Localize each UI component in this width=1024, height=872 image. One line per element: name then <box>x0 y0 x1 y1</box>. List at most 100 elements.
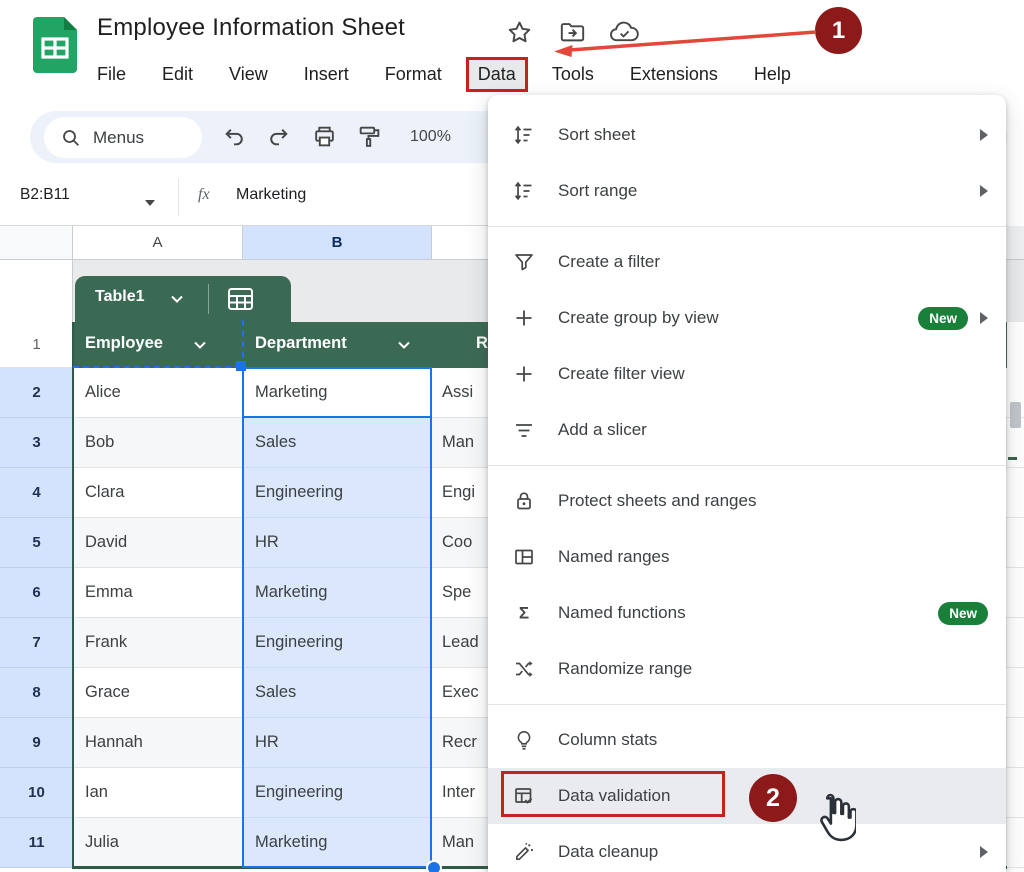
menus-search[interactable]: Menus <box>44 117 202 158</box>
formula-value[interactable]: Marketing <box>236 186 306 204</box>
column-header-b[interactable]: B <box>243 226 432 260</box>
menu-item-data-validation[interactable]: Data validation <box>488 768 1006 824</box>
menu-item-label: Sort range <box>558 181 637 201</box>
row-number-6[interactable]: 6 <box>0 568 73 618</box>
lock-icon <box>513 490 535 512</box>
cell-a6[interactable]: Emma <box>73 568 243 618</box>
cell-a7[interactable]: Frank <box>73 618 243 668</box>
menubar-item-insert[interactable]: Insert <box>304 64 349 85</box>
chevron-down-icon[interactable] <box>193 340 207 350</box>
menu-item-named-ranges[interactable]: Named ranges <box>488 529 1006 585</box>
menu-divider <box>488 704 1006 705</box>
chevron-down-icon[interactable] <box>170 294 184 304</box>
cell-a4[interactable]: Clara <box>73 468 243 518</box>
menubar-item-view[interactable]: View <box>229 64 268 85</box>
active-cell-bottom-edge <box>243 416 432 419</box>
menu-item-randomize-range[interactable]: Randomize range <box>488 641 1006 697</box>
menu-item-sort-sheet[interactable]: Sort sheet <box>488 107 1006 163</box>
row-number-3[interactable]: 3 <box>0 418 73 468</box>
cell-a8[interactable]: Grace <box>73 668 243 718</box>
scrollbar-thumb[interactable] <box>1010 402 1021 428</box>
row-number-7[interactable]: 7 <box>0 618 73 668</box>
row-number-8[interactable]: 8 <box>0 668 73 718</box>
header-role-partial[interactable]: R <box>476 334 488 353</box>
svg-text:Σ: Σ <box>519 604 529 623</box>
paint-format-icon[interactable] <box>357 124 382 149</box>
cell-a3[interactable]: Bob <box>73 418 243 468</box>
fx-icon: fx <box>198 186 210 204</box>
menubar-item-edit[interactable]: Edit <box>162 64 193 85</box>
menu-item-column-stats[interactable]: Column stats <box>488 712 1006 768</box>
zoom-level[interactable]: 100% <box>410 128 451 146</box>
table-grid-icon[interactable] <box>226 285 255 313</box>
select-all-corner[interactable] <box>0 226 73 260</box>
column-header-a[interactable]: A <box>73 226 243 260</box>
submenu-arrow-icon <box>980 185 988 197</box>
menubar: File Edit View Insert Format Data Tools Extensi… <box>97 57 791 91</box>
row-number-5[interactable]: 5 <box>0 518 73 568</box>
menubar-item-help[interactable]: Help <box>754 64 791 85</box>
redo-icon[interactable] <box>266 124 291 149</box>
menu-item-protect-sheets-and-ranges[interactable]: Protect sheets and ranges <box>488 473 1006 529</box>
menu-item-label: Protect sheets and ranges <box>558 491 756 511</box>
menu-item-label: Column stats <box>558 730 657 750</box>
row-number-1[interactable]: 1 <box>0 322 73 368</box>
cell-a9[interactable]: Hannah <box>73 718 243 768</box>
selection-border <box>242 367 432 868</box>
chevron-down-icon[interactable] <box>397 340 411 350</box>
star-icon[interactable] <box>506 19 533 46</box>
sort-range-icon <box>513 180 535 202</box>
table-chip-label[interactable]: Table1 <box>95 288 145 306</box>
row-number-10[interactable]: 10 <box>0 768 73 818</box>
row-gutter-blank <box>0 260 73 322</box>
menu-item-data-cleanup[interactable]: Data cleanup <box>488 824 1006 872</box>
row-number-4[interactable]: 4 <box>0 468 73 518</box>
search-icon <box>61 128 81 148</box>
cell-a2[interactable]: Alice <box>73 368 243 418</box>
cleanup-icon <box>513 841 535 863</box>
menu-item-add-a-slicer[interactable]: Add a slicer <box>488 402 1006 458</box>
row-number-11[interactable]: 11 <box>0 818 73 868</box>
print-icon[interactable] <box>312 124 337 149</box>
cell-a5[interactable]: David <box>73 518 243 568</box>
sliver-chip-band <box>1007 260 1024 322</box>
table-chip[interactable]: Table1 <box>75 276 291 322</box>
named-ranges-icon <box>513 546 535 568</box>
sliver-gridlines <box>1007 368 1024 868</box>
menu-item-create-a-filter[interactable]: Create a filter <box>488 234 1006 290</box>
row-number-9[interactable]: 9 <box>0 718 73 768</box>
menu-item-create-filter-view[interactable]: Create filter view <box>488 346 1006 402</box>
menu-item-create-group-by-view[interactable]: Create group by viewNew <box>488 290 1006 346</box>
annotation-step-2: 2 <box>749 774 797 822</box>
row-number-2[interactable]: 2 <box>0 368 73 418</box>
slicer-icon <box>513 419 535 441</box>
undo-icon[interactable] <box>222 124 247 149</box>
menubar-item-extensions[interactable]: Extensions <box>630 64 718 85</box>
cell-a10[interactable]: Ian <box>73 768 243 818</box>
chip-divider <box>208 284 209 314</box>
menubar-item-tools[interactable]: Tools <box>552 64 594 85</box>
data-menu-dropdown: Sort sheetSort rangeCreate a filterCreat… <box>488 95 1006 872</box>
dashed-range-line-horizontal <box>73 366 241 368</box>
submenu-arrow-icon <box>980 129 988 141</box>
header-employee[interactable]: Employee <box>85 334 163 353</box>
right-sheet-sliver <box>1007 0 1024 872</box>
name-box[interactable]: B2:B11 <box>20 186 70 204</box>
menubar-item-format[interactable]: Format <box>385 64 442 85</box>
cell-a11[interactable]: Julia <box>73 818 243 868</box>
document-title[interactable]: Employee Information Sheet <box>97 14 405 42</box>
sigma-icon: Σ <box>513 602 535 624</box>
header-department[interactable]: Department <box>255 334 347 353</box>
menubar-item-file[interactable]: File <box>97 64 126 85</box>
name-box-caret-icon[interactable] <box>145 200 155 206</box>
menu-item-named-functions[interactable]: ΣNamed functionsNew <box>488 585 1006 641</box>
submenu-arrow-icon <box>980 312 988 324</box>
fill-handle[interactable] <box>426 860 442 872</box>
sort-sheet-icon <box>513 124 535 146</box>
menubar-item-data[interactable]: Data <box>469 60 525 89</box>
table-border-left <box>72 322 75 869</box>
menu-item-label: Create filter view <box>558 364 685 384</box>
menu-item-sort-range[interactable]: Sort range <box>488 163 1006 219</box>
hand-cursor-icon <box>812 790 856 844</box>
sheets-logo-icon <box>32 16 78 74</box>
